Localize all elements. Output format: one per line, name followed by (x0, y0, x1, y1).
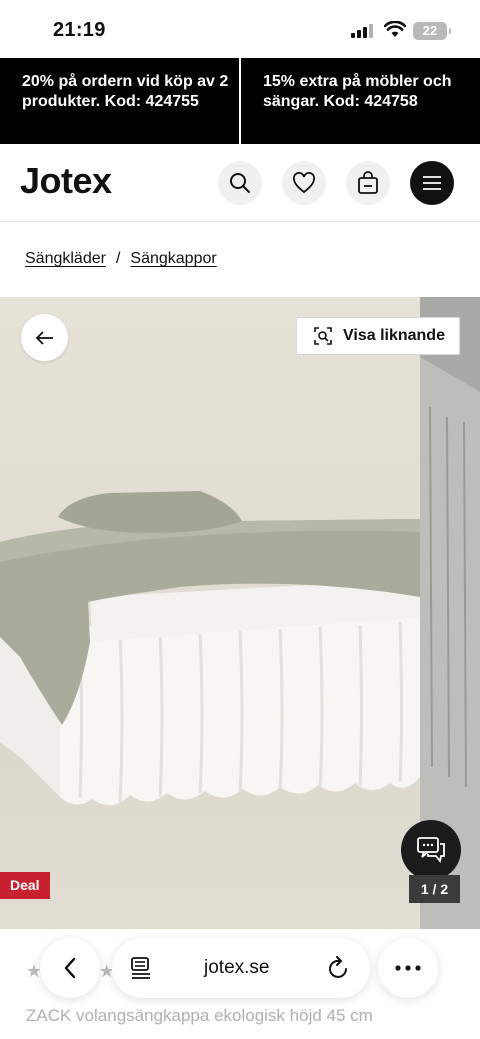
product-image-gallery[interactable]: Visa liknande Deal 1 / 2 (0, 297, 480, 929)
more-options-button[interactable] (378, 938, 438, 998)
chat-icon (417, 837, 445, 864)
battery-icon: 22 (413, 22, 451, 40)
reader-view-icon (131, 957, 150, 979)
bag-icon (358, 171, 378, 194)
breadcrumb-link-sangkappor[interactable]: Sängkappor (130, 250, 216, 268)
deal-badge: Deal (0, 872, 50, 899)
address-bar[interactable]: jotex.se (112, 938, 370, 998)
cart-button[interactable] (346, 161, 390, 205)
show-similar-label: Visa liknande (343, 327, 445, 344)
cellular-signal-icon (351, 24, 373, 38)
arrow-left-icon (35, 330, 53, 345)
chat-button[interactable] (401, 820, 461, 880)
menu-button[interactable] (410, 161, 454, 205)
status-bar: 21:19 22 (0, 0, 480, 58)
show-similar-button[interactable]: Visa liknande (296, 317, 460, 355)
promo-bar: 20% på ordern vid köp av 2 produkter. Ko… (0, 58, 480, 144)
product-title: ZACK volangsängkappa ekologisk höjd 45 c… (26, 1006, 373, 1025)
browser-back-button[interactable] (40, 938, 100, 998)
back-button[interactable] (21, 314, 68, 361)
image-counter: 1 / 2 (409, 875, 460, 903)
promo-offer[interactable]: 15% extra på möbler och sängar. Kod: 424… (241, 58, 480, 144)
heart-icon (293, 172, 315, 194)
favorites-button[interactable] (282, 161, 326, 205)
visual-search-icon (314, 327, 332, 345)
breadcrumb-link-sangklader[interactable]: Sängkläder (25, 250, 106, 268)
breadcrumb-separator: / (115, 250, 121, 267)
promo-offer[interactable]: 20% på ordern vid köp av 2 produkter. Ko… (0, 58, 239, 144)
menu-icon (423, 176, 441, 190)
jotex-logo[interactable]: Jotex (20, 160, 112, 202)
wifi-icon (384, 21, 406, 37)
url-text: jotex.se (204, 957, 270, 978)
site-header: Jotex (0, 144, 480, 222)
search-button[interactable] (218, 161, 262, 205)
ellipsis-icon (395, 965, 421, 971)
chevron-left-icon (64, 957, 76, 979)
status-time: 21:19 (53, 19, 106, 41)
search-icon (230, 173, 250, 193)
reload-icon[interactable] (328, 956, 350, 980)
breadcrumb: Sängkläder / Sängkappor (25, 250, 217, 268)
